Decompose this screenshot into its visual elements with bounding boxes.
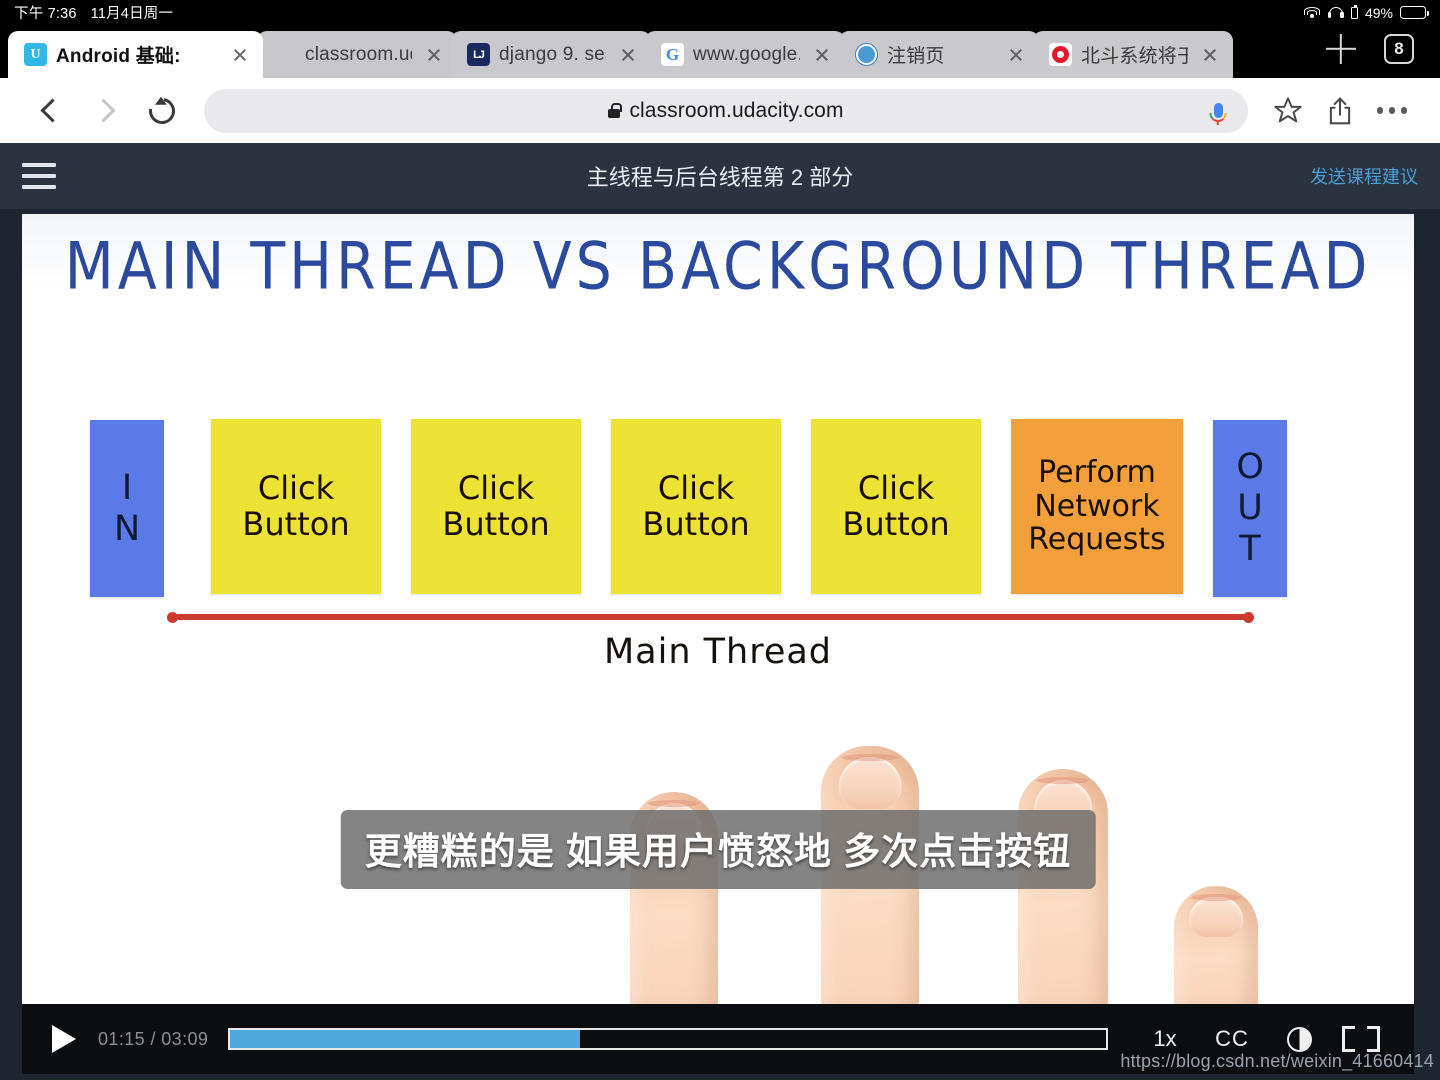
fullscreen-button[interactable] — [1330, 1024, 1392, 1054]
more-button[interactable] — [1366, 85, 1418, 137]
url-text: classroom.udacity.com — [629, 98, 844, 122]
browser-tab[interactable]: 注销页 — [839, 31, 1039, 78]
tab-strip-actions: 8 — [1302, 32, 1432, 78]
browser-tab[interactable]: 北斗系统将于20 — [1033, 31, 1233, 78]
blank-icon — [273, 43, 296, 66]
tab-title: www.google.co — [693, 43, 800, 65]
more-icon — [1376, 107, 1408, 114]
tab-title: 注销页 — [887, 46, 945, 67]
video-surface[interactable]: MAIN THREAD VS BACKGROUND THREAD IN Clic… — [22, 214, 1414, 1004]
reload-button[interactable] — [134, 83, 190, 139]
sticky-note-label: Perform Network Requests — [1028, 455, 1166, 558]
sticky-note-click-2: Click Button — [411, 419, 581, 594]
tab-title: Android 基础: — [56, 46, 181, 67]
status-time: 下午 7:36 — [14, 6, 77, 22]
progress-bar[interactable] — [228, 1028, 1108, 1050]
address-bar[interactable]: classroom.udacity.com — [204, 88, 1248, 133]
tab-close-icon[interactable] — [227, 42, 253, 68]
hamburger-icon[interactable] — [22, 163, 56, 189]
sticky-note-label: Click Button — [442, 468, 550, 543]
play-icon[interactable] — [52, 1025, 76, 1053]
mini-battery-icon — [1350, 5, 1358, 19]
sticky-note-click-3: Click Button — [611, 419, 781, 594]
forward-button[interactable] — [78, 83, 134, 139]
main-thread-line — [167, 611, 1254, 623]
subtitle-overlay: 更糟糕的是 如果用户愤怒地 多次点击按钮 — [340, 810, 1096, 889]
browser-tab-active[interactable]: U Android 基础: — [8, 31, 263, 78]
headphones-icon — [1327, 6, 1344, 19]
reload-icon — [143, 92, 181, 129]
tab-title: 北斗系统将于20 — [1081, 46, 1188, 67]
tab-close-icon[interactable] — [1003, 42, 1029, 68]
back-icon — [40, 98, 65, 123]
sticky-note-network: Perform Network Requests — [1011, 419, 1183, 594]
wifi-icon — [1304, 6, 1321, 19]
back-button[interactable] — [22, 83, 78, 139]
sticky-note-label: Click Button — [642, 468, 750, 543]
lock-icon — [608, 103, 622, 118]
bottom-strip — [0, 1074, 1440, 1080]
sticky-note-label: Click Button — [242, 468, 350, 543]
sticky-note-click-1: Click Button — [211, 419, 381, 594]
sticky-notes-row: IN Click Button Click Button Click Butto… — [90, 419, 1356, 597]
status-date: 11月4日周一 — [90, 6, 174, 22]
sticky-note-out: OUT — [1213, 420, 1287, 597]
course-header: 主线程与后台线程第 2 部分 发送课程建议 — [0, 143, 1440, 209]
main-thread-label: Main Thread — [603, 632, 833, 672]
status-bar-left: 下午 7:36 11月4日周一 — [14, 2, 173, 23]
new-tab-button[interactable] — [1324, 32, 1358, 66]
forward-icon — [91, 98, 116, 123]
browser-tab-strip: U Android 基础: classroom.udac LJ django 9… — [0, 25, 1440, 78]
timecode-label: 01:15 / 03:09 — [98, 1028, 209, 1049]
battery-percent-label: 49% — [1364, 4, 1393, 21]
google-icon: G — [661, 43, 684, 66]
tab-close-icon[interactable] — [1197, 42, 1223, 68]
watermark-text: https://blog.csdn.net/weixin_41660414 — [1120, 1051, 1434, 1071]
udacity-icon: U — [24, 43, 47, 66]
tab-title: django 9. sessio — [499, 43, 606, 65]
sticky-note-label: Click Button — [842, 468, 950, 543]
tab-list: U Android 基础: classroom.udac LJ django 9… — [8, 31, 1302, 78]
address-bar-content: classroom.udacity.com — [608, 99, 843, 123]
contrast-icon — [1286, 1026, 1312, 1052]
finger — [1174, 886, 1258, 1004]
tab-close-icon[interactable] — [615, 42, 641, 68]
page-title: 主线程与后台线程第 2 部分 — [586, 165, 854, 190]
status-bar-right: 49% — [1304, 4, 1429, 21]
tab-close-icon[interactable] — [809, 42, 835, 68]
video-player: MAIN THREAD VS BACKGROUND THREAD IN Clic… — [0, 209, 1440, 1074]
browser-toolbar: classroom.udacity.com — [0, 78, 1440, 143]
tab-count-badge[interactable]: 8 — [1384, 34, 1414, 64]
browser-tab[interactable]: G www.google.co — [645, 31, 845, 78]
battery-icon — [1400, 6, 1429, 19]
microphone-icon[interactable] — [1204, 97, 1232, 125]
tab-title: classroom.udac — [305, 43, 412, 65]
share-icon — [1329, 96, 1351, 124]
status-bar: 下午 7:36 11月4日周一 49% — [0, 0, 1440, 25]
sticky-note-click-4: Click Button — [811, 419, 981, 594]
feedback-link[interactable]: 发送课程建议 — [1310, 163, 1418, 189]
tab-close-icon[interactable] — [421, 42, 447, 68]
browser-tab[interactable]: classroom.udac — [257, 31, 457, 78]
share-button[interactable] — [1314, 85, 1366, 137]
browser-tab[interactable]: LJ django 9. sessio — [451, 31, 651, 78]
whiteboard-title: MAIN THREAD VS BACKGROUND THREAD — [64, 229, 1372, 305]
lj-icon: LJ — [467, 43, 490, 66]
star-icon — [1274, 97, 1302, 123]
progress-fill — [230, 1030, 581, 1048]
bookmark-button[interactable] — [1262, 85, 1314, 137]
weibo-icon — [1049, 43, 1072, 66]
sticky-note-in: IN — [90, 420, 164, 597]
globe-icon — [855, 43, 878, 66]
